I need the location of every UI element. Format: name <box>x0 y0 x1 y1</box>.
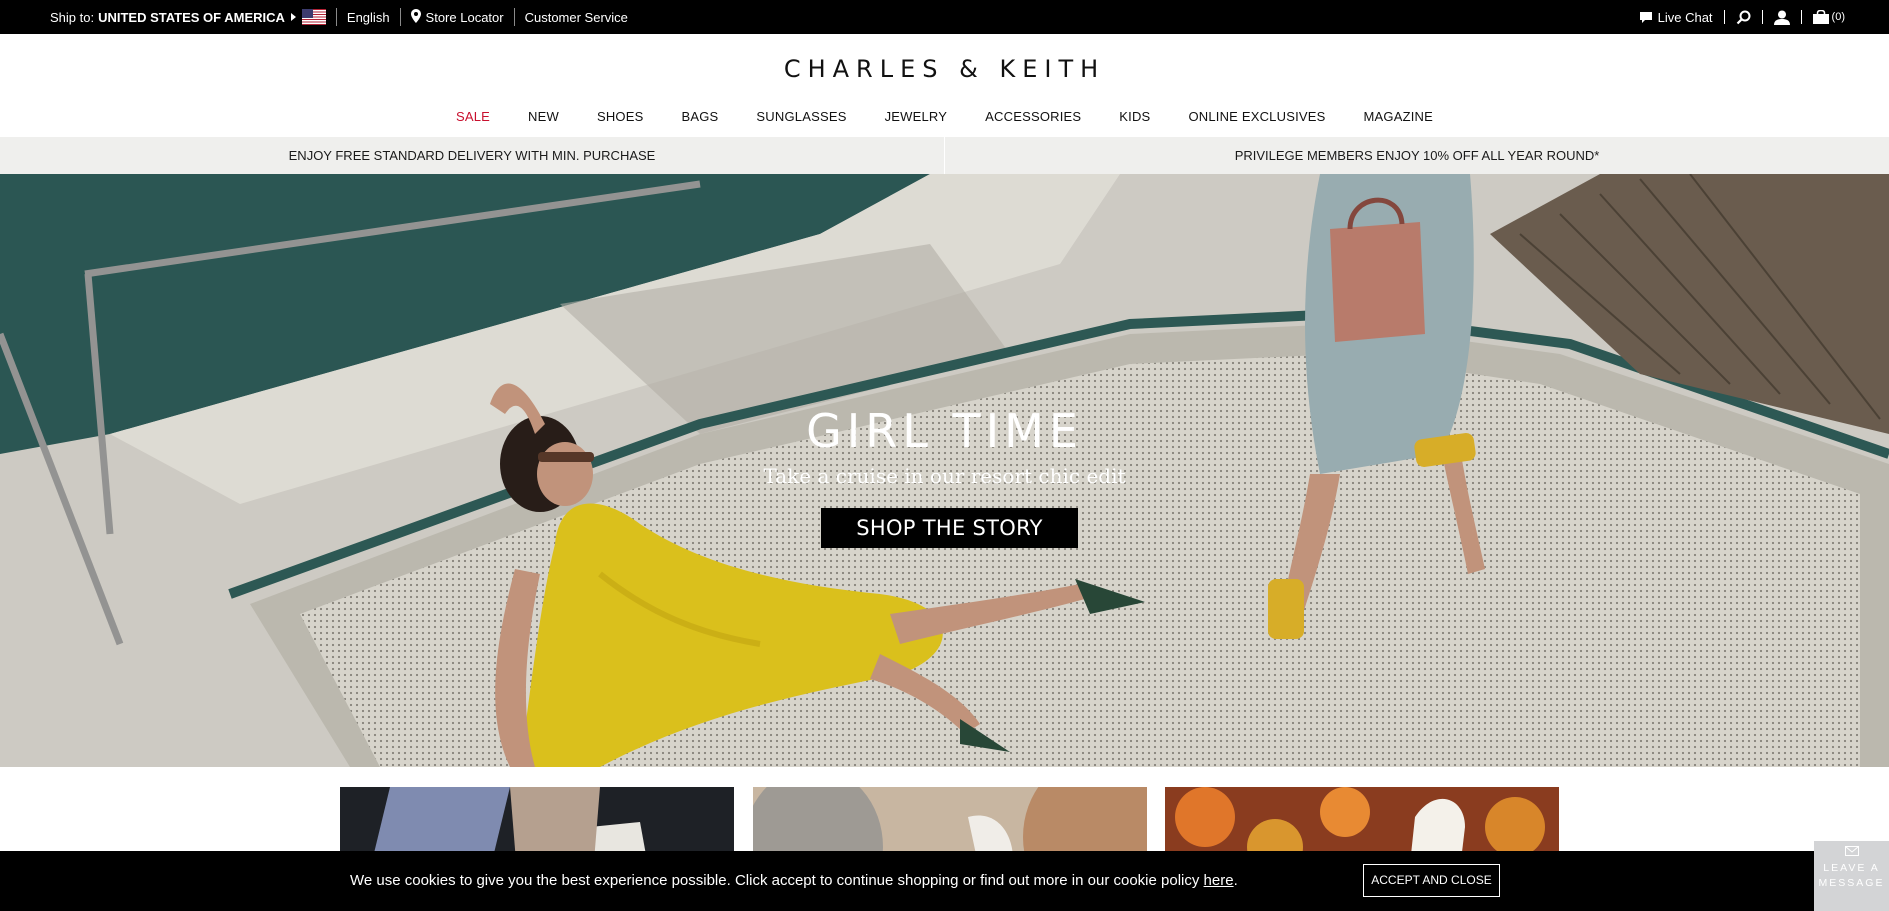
nav-item-bags[interactable]: BAGS <box>662 109 737 124</box>
divider <box>1761 10 1763 24</box>
shop-the-story-button[interactable]: SHOP THE STORY <box>821 508 1078 548</box>
nav-item-accessories[interactable]: ACCESSORIES <box>966 109 1100 124</box>
nav-item-sale[interactable]: SALE <box>437 109 509 124</box>
leave-message-widget[interactable]: LEAVE A MESSAGE <box>1814 841 1889 911</box>
divider <box>1723 10 1725 24</box>
main-nav: SALE NEW SHOES BAGS SUNGLASSES JEWELRY A… <box>0 105 1889 127</box>
cookie-text: We use cookies to give you the best expe… <box>350 872 1204 889</box>
cookie-message: We use cookies to give you the best expe… <box>350 872 1238 889</box>
nav-item-sunglasses[interactable]: SUNGLASSES <box>737 109 865 124</box>
account-icon <box>1773 10 1790 25</box>
accept-and-close-button[interactable]: ACCEPT AND CLOSE <box>1363 864 1500 897</box>
bag-count: (0) <box>1831 11 1845 23</box>
store-locator-label: Store Locator <box>425 9 504 25</box>
bag-button[interactable]: (0) <box>1812 10 1845 24</box>
language-label: English <box>346 9 390 25</box>
live-chat-button[interactable]: Live Chat <box>1639 10 1713 25</box>
search-icon <box>1736 10 1751 25</box>
bag-icon <box>1812 10 1829 24</box>
hero-banner[interactable]: GIRL TIME Take a cruise in our resort ch… <box>0 174 1889 767</box>
customer-service-label: Customer Service <box>524 9 628 25</box>
topbar-right: Live Chat (0) <box>1639 0 1845 34</box>
location-pin-icon <box>410 8 421 26</box>
nav-item-shoes[interactable]: SHOES <box>578 109 663 124</box>
promo-free-delivery[interactable]: ENJOY FREE STANDARD DELIVERY WITH MIN. P… <box>0 148 944 163</box>
divider <box>399 8 401 26</box>
divider <box>1800 10 1802 24</box>
customer-service-link[interactable]: Customer Service <box>525 0 628 34</box>
top-utility-bar: Ship to: UNITED STATES OF AMERICA Englis… <box>0 0 1889 34</box>
ship-to-selector[interactable]: Ship to: UNITED STATES OF AMERICA <box>50 0 326 34</box>
chat-icon <box>1639 11 1653 24</box>
cookie-policy-link[interactable]: here <box>1204 872 1234 889</box>
caret-right-icon <box>290 13 296 21</box>
promo-strip: ENJOY FREE STANDARD DELIVERY WITH MIN. P… <box>0 137 1889 174</box>
hero-title: GIRL TIME <box>806 404 1083 458</box>
cookie-text-end: . <box>1233 872 1238 889</box>
store-locator-link[interactable]: Store Locator <box>410 0 504 34</box>
cookie-banner: We use cookies to give you the best expe… <box>0 851 1889 911</box>
ship-to-label: Ship to: <box>50 9 95 25</box>
leave-message-label: LEAVE A MESSAGE <box>1818 862 1885 889</box>
nav-item-new[interactable]: NEW <box>509 109 578 124</box>
promo-privilege-members[interactable]: PRIVILEGE MEMBERS ENJOY 10% OFF ALL YEAR… <box>945 148 1889 163</box>
us-flag-icon <box>301 9 326 25</box>
topbar-left: Ship to: UNITED STATES OF AMERICA Englis… <box>50 0 628 34</box>
language-selector[interactable]: English <box>347 0 390 34</box>
brand-logo[interactable]: CHARLES & KEITH <box>0 55 1889 83</box>
divider <box>513 8 515 26</box>
nav-item-kids[interactable]: KIDS <box>1100 109 1169 124</box>
divider <box>335 8 337 26</box>
ship-to-country: UNITED STATES OF AMERICA <box>98 9 285 25</box>
mail-icon <box>1814 846 1889 861</box>
nav-item-magazine[interactable]: MAGAZINE <box>1345 109 1453 124</box>
nav-item-online-exclusives[interactable]: ONLINE EXCLUSIVES <box>1169 109 1344 124</box>
search-button[interactable] <box>1736 10 1751 25</box>
nav-item-jewelry[interactable]: JEWELRY <box>866 109 967 124</box>
account-button[interactable] <box>1773 10 1790 25</box>
hero-subtitle: Take a cruise in our resort chic edit <box>763 464 1126 488</box>
live-chat-label: Live Chat <box>1657 9 1713 25</box>
